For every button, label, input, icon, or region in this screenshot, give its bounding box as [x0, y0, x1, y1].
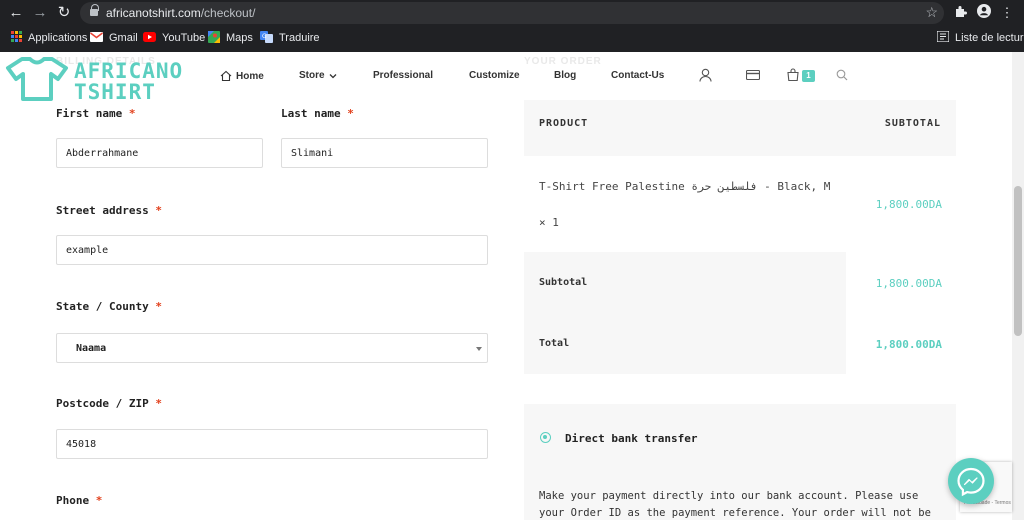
- bookmarks-bar: Applications Gmail YouTube Maps G Tradui…: [0, 27, 1024, 49]
- nav-professional[interactable]: Professional: [373, 70, 433, 81]
- payment-radio-bank-transfer[interactable]: [540, 432, 551, 443]
- reading-list-icon: [936, 30, 950, 45]
- bookmark-label: YouTube: [162, 32, 206, 44]
- tshirt-logo-icon: [6, 57, 68, 101]
- logo-text-line1: AFRICANO: [74, 59, 184, 83]
- svg-text:G: G: [262, 33, 267, 40]
- browser-chrome: ← → ↻ africanotshirt.com/checkout/ ☆ ⋮ A…: [0, 0, 1024, 52]
- messenger-icon: [957, 467, 985, 497]
- chevron-down-icon: [329, 73, 337, 78]
- browser-menu-icon[interactable]: ⋮: [998, 4, 1016, 22]
- order-table-header: PRODUCT SUBTOTAL: [524, 100, 956, 156]
- nav-customize-label: Customize: [469, 70, 520, 81]
- payment-method-title[interactable]: Direct bank transfer: [565, 432, 697, 445]
- your-order-heading: YOUR ORDER: [524, 56, 602, 67]
- nav-professional-label: Professional: [373, 70, 434, 81]
- nav-home-label: Home: [236, 70, 264, 82]
- nav-store-label: Store: [299, 70, 325, 81]
- reading-list-button[interactable]: Liste de lecture: [936, 30, 1024, 46]
- back-arrow-icon[interactable]: ←: [6, 4, 26, 22]
- logo-text-line2: TSHIRT: [74, 80, 156, 104]
- bookmark-label: Maps: [226, 32, 253, 44]
- nav-contact-label: Contact-Us: [611, 70, 665, 81]
- order-item-name: T-Shirt Free Palestine فلسطين حرة - Blac…: [539, 180, 831, 193]
- cart-count-badge: 1: [802, 70, 815, 82]
- order-item-price: 1,800.00DA: [875, 198, 942, 211]
- nav-blog[interactable]: Blog: [554, 70, 576, 81]
- subtotal-value: 1,800.00DA: [875, 277, 942, 290]
- first-name-label: First name *: [56, 107, 136, 120]
- phone-label: Phone *: [56, 494, 103, 507]
- subtotal-label: Subtotal: [539, 277, 588, 288]
- state-county-select[interactable]: Naama: [56, 333, 488, 363]
- page-scrollbar-thumb[interactable]: [1014, 186, 1022, 336]
- shopping-bag-icon[interactable]: [787, 68, 799, 81]
- nav-store[interactable]: Store: [299, 70, 337, 81]
- street-address-input[interactable]: example: [56, 235, 488, 265]
- apps-grid-icon: [11, 31, 22, 45]
- bookmark-label: Gmail: [109, 32, 138, 44]
- street-address-label: Street address *: [56, 204, 162, 217]
- last-name-label: Last name *: [281, 107, 354, 120]
- postcode-input[interactable]: 45018: [56, 429, 488, 459]
- col-subtotal: SUBTOTAL: [884, 118, 941, 129]
- col-product: PRODUCT: [539, 118, 589, 129]
- search-icon[interactable]: [836, 69, 848, 81]
- reload-icon[interactable]: ↻: [54, 4, 74, 22]
- last-name-input[interactable]: Slimani: [281, 138, 488, 168]
- home-icon: [220, 70, 232, 82]
- bookmark-maps[interactable]: Maps: [208, 30, 253, 46]
- bookmark-traduire[interactable]: G Traduire: [260, 30, 320, 46]
- nav-contact[interactable]: Contact-Us: [611, 70, 664, 81]
- payment-description: Make your payment directly into our bank…: [539, 490, 931, 519]
- lock-icon: [90, 4, 99, 17]
- reading-list-label: Liste de lecture: [955, 32, 1024, 44]
- credit-card-icon[interactable]: [746, 70, 760, 80]
- gmail-icon: [90, 31, 103, 45]
- bookmark-gmail[interactable]: Gmail: [90, 30, 138, 46]
- extensions-puzzle-icon[interactable]: [952, 4, 970, 22]
- bookmark-label: Applications: [28, 32, 88, 44]
- address-bar[interactable]: africanotshirt.com/checkout/ ☆: [80, 2, 944, 24]
- order-item-quantity: × 1: [539, 216, 559, 229]
- bookmark-youtube[interactable]: YouTube: [143, 30, 205, 46]
- forward-arrow-icon[interactable]: →: [30, 4, 50, 22]
- bookmark-star-icon[interactable]: ☆: [925, 4, 938, 21]
- account-user-icon[interactable]: [699, 68, 712, 82]
- state-selected-value: Naama: [76, 343, 107, 354]
- total-label: Total: [539, 338, 570, 349]
- state-county-label: State / County *: [56, 300, 162, 313]
- translate-icon: G: [260, 30, 273, 46]
- dropdown-caret-icon: [476, 347, 482, 351]
- nav-blog-label: Blog: [554, 70, 577, 81]
- bookmark-applications[interactable]: Applications: [11, 30, 87, 46]
- profile-avatar-icon[interactable]: [975, 4, 993, 22]
- nav-home[interactable]: Home: [220, 70, 264, 82]
- bookmark-label: Traduire: [279, 32, 320, 44]
- checkout-page: BILLING DETAILS YOUR ORDER AFRICANO TSHI…: [0, 52, 1024, 520]
- messenger-chat-button[interactable]: [948, 458, 994, 504]
- url-text: africanotshirt.com/checkout/: [106, 6, 256, 20]
- order-totals: [524, 252, 846, 374]
- postcode-label: Postcode / ZIP *: [56, 397, 162, 410]
- maps-icon: [208, 30, 220, 46]
- total-value: 1,800.00DA: [875, 338, 942, 351]
- youtube-icon: [143, 31, 156, 45]
- first-name-input[interactable]: Abderrahmane: [56, 138, 263, 168]
- nav-customize[interactable]: Customize: [469, 70, 520, 81]
